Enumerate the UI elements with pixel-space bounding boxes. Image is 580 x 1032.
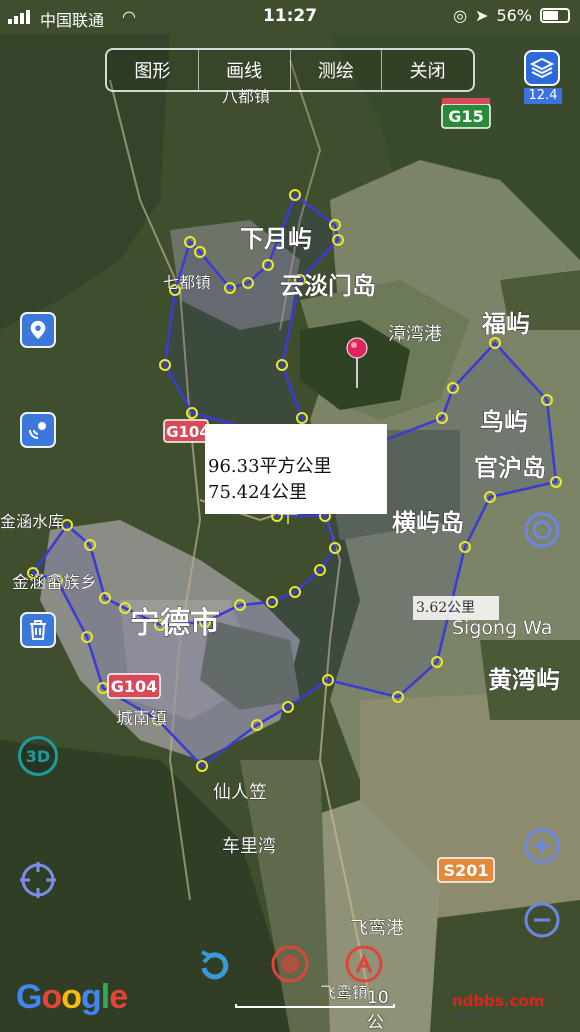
measure-toolbar: 图形 画线 测绘 关闭 bbox=[105, 48, 475, 92]
stop-button[interactable] bbox=[270, 944, 310, 984]
satellite-icon bbox=[29, 422, 46, 439]
label-fuyu: 福屿 bbox=[481, 310, 530, 338]
svg-text:S201: S201 bbox=[444, 861, 489, 880]
shield-g104-bottom: G104 bbox=[107, 673, 161, 699]
trash-icon bbox=[30, 620, 46, 640]
location-button[interactable] bbox=[20, 312, 56, 348]
length-value: 75.424公里 bbox=[208, 482, 307, 503]
crosshair-icon bbox=[20, 862, 56, 898]
rotation-lock-icon: ◎ bbox=[453, 6, 468, 25]
tab-survey[interactable]: 测绘 bbox=[291, 50, 383, 90]
3d-button[interactable]: 3D bbox=[18, 736, 58, 776]
walk-icon bbox=[345, 945, 383, 983]
battery-icon bbox=[540, 8, 570, 23]
label-qidu: 七都镇 bbox=[163, 273, 211, 292]
svg-text:G104: G104 bbox=[166, 423, 210, 441]
scale-bar: 10公里 bbox=[235, 988, 395, 1032]
label-chengnan: 城南镇 bbox=[116, 709, 167, 729]
measure-info-box: 96.33平方公里 75.424公里 bbox=[205, 424, 387, 514]
layers-button[interactable] bbox=[524, 50, 560, 86]
satellite-button[interactable] bbox=[20, 412, 56, 448]
target-icon bbox=[524, 512, 560, 548]
delete-button[interactable] bbox=[20, 612, 56, 648]
label-huangwan: 黄湾屿 bbox=[488, 666, 560, 694]
watermark-logo: ndbbs.com 宁德论坛 bbox=[452, 992, 545, 1019]
area-value: 96.33平方公里 bbox=[208, 456, 332, 477]
zoom-out-icon bbox=[524, 902, 560, 938]
label-niaoyu: 鸟屿 bbox=[480, 408, 528, 436]
stop-icon bbox=[271, 945, 309, 983]
label-xiayue: 下月屿 bbox=[240, 225, 312, 253]
layers-icon bbox=[530, 57, 554, 79]
battery-percent: 56% bbox=[496, 6, 532, 25]
satellite-map[interactable]: 八都镇 下月屿 七都镇 云淡门岛 漳湾港 福屿 鸟屿 官沪岛 横屿岛 金涵水库 … bbox=[0, 0, 580, 1032]
label-hengyu: 横屿岛 bbox=[392, 509, 464, 537]
tab-shape[interactable]: 图形 bbox=[107, 50, 199, 90]
segment-length: 3.62公里 bbox=[413, 596, 499, 620]
label-zhangwan: 漳湾港 bbox=[388, 324, 442, 345]
svg-text:G104: G104 bbox=[111, 677, 158, 696]
status-bar: 中国联通 ◠ 11:27 ◎ ➤ 56% bbox=[0, 0, 580, 34]
label-jinhan: 金涵畲族乡 bbox=[12, 573, 97, 593]
zoom-in-icon bbox=[524, 828, 560, 864]
locate-button[interactable] bbox=[18, 860, 58, 900]
label-hanshuiku: 金涵水库 bbox=[0, 512, 64, 531]
target-button[interactable] bbox=[522, 510, 562, 550]
shield-g15: G15 bbox=[441, 98, 491, 129]
label-guanhu: 官沪岛 bbox=[474, 454, 546, 482]
walk-button[interactable] bbox=[344, 944, 384, 984]
location-arrow-icon: ➤ bbox=[475, 6, 489, 25]
svg-text:G15: G15 bbox=[448, 107, 483, 126]
label-ningde: 宁德市 bbox=[130, 606, 220, 641]
zoom-out-button[interactable] bbox=[522, 900, 562, 940]
zoom-level: 12.4 bbox=[524, 88, 562, 104]
tab-close[interactable]: 关闭 bbox=[382, 50, 473, 90]
label-feiluan-gang: 飞鸾港 bbox=[350, 918, 404, 939]
label-shigong: Sigong Wa bbox=[452, 617, 552, 639]
rotate-button[interactable] bbox=[196, 946, 234, 984]
label-cheliwan: 车里湾 bbox=[222, 836, 276, 857]
google-logo: Google bbox=[16, 978, 128, 1016]
3d-icon: 3D bbox=[25, 746, 51, 766]
label-yundanmen: 云淡门岛 bbox=[280, 272, 376, 300]
shield-g104-top: G104 bbox=[163, 419, 210, 443]
location-pin-icon bbox=[30, 320, 46, 340]
rotate-icon bbox=[201, 950, 229, 980]
zoom-in-button[interactable] bbox=[522, 826, 562, 866]
shield-s201: S201 bbox=[437, 857, 495, 883]
scale-label: 10公里 bbox=[367, 988, 389, 1032]
tab-draw-line[interactable]: 画线 bbox=[199, 50, 291, 90]
label-xianren: 仙人笠 bbox=[213, 782, 267, 803]
